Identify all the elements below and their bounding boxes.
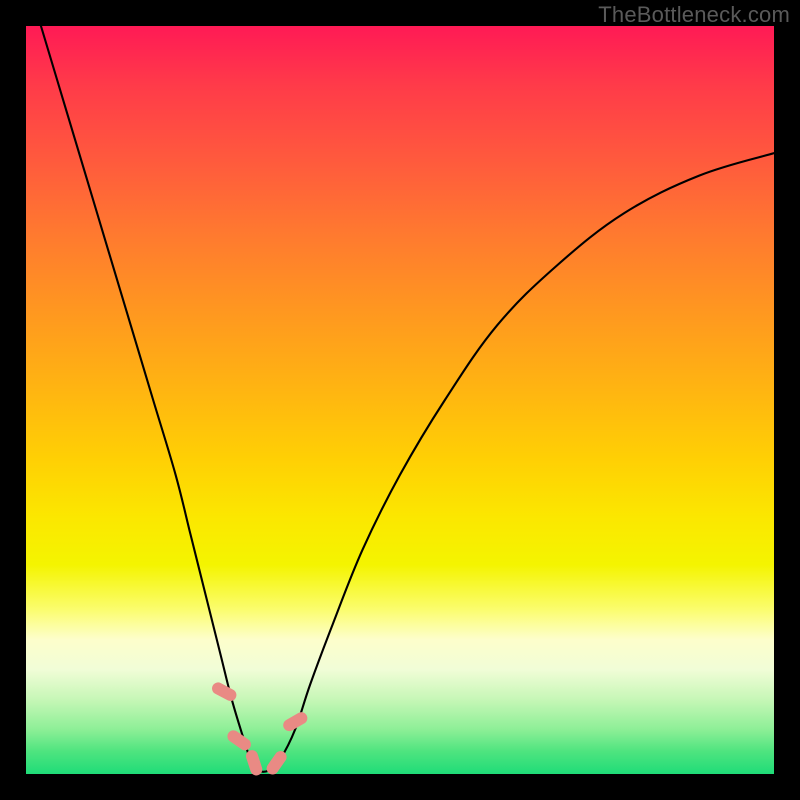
plot-background	[26, 26, 774, 774]
watermark-text: TheBottleneck.com	[598, 2, 790, 28]
chart-stage: TheBottleneck.com	[0, 0, 800, 800]
